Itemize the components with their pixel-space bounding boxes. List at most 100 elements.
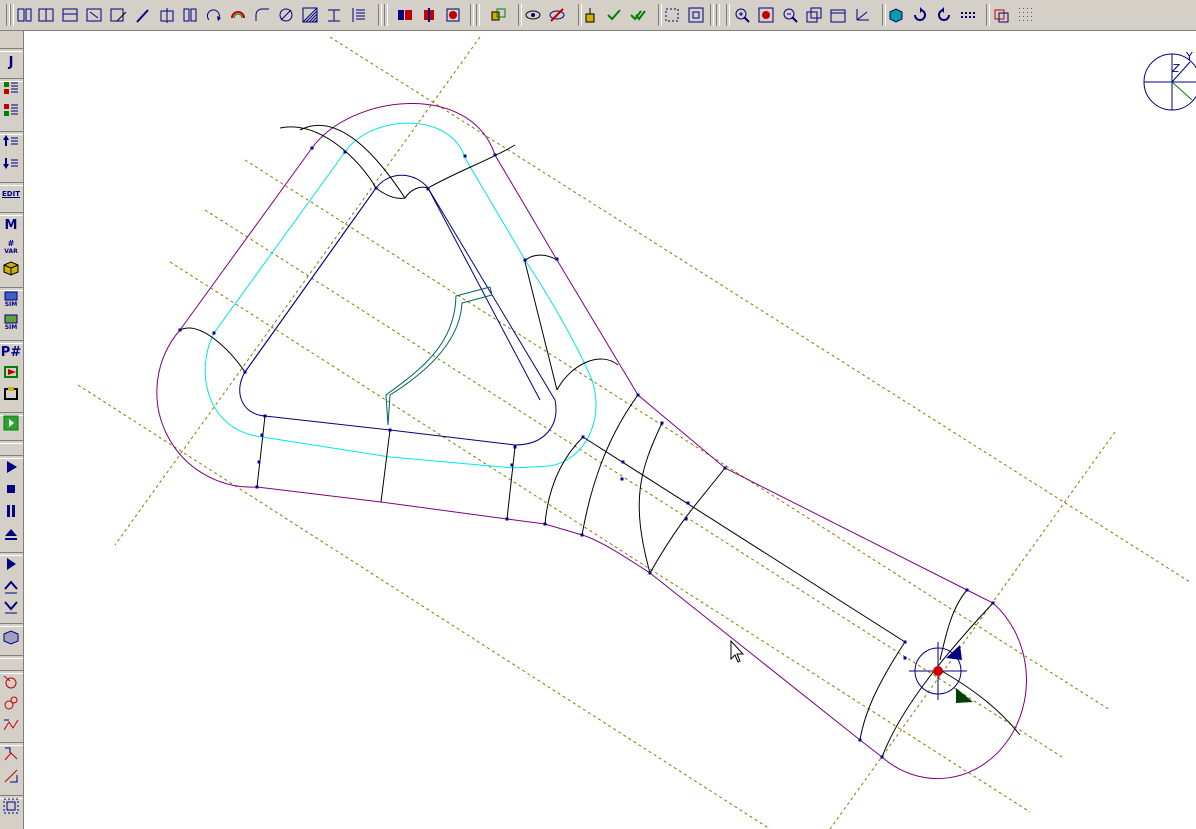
- wire-arc: [859, 641, 906, 741]
- distribute-button[interactable]: [84, 5, 104, 25]
- zoom-in-button[interactable]: [732, 5, 752, 25]
- step-up-button[interactable]: [1, 579, 21, 597]
- var-button[interactable]: # VAR: [1, 238, 21, 256]
- sim-icon: SIM: [2, 290, 20, 308]
- tool-path-1-button[interactable]: [1, 747, 21, 765]
- trim-button[interactable]: [133, 5, 153, 25]
- rotate-view-icon: [938, 7, 950, 21]
- tool-red-2-button[interactable]: [1, 696, 21, 714]
- origin-point: [933, 666, 943, 676]
- move-up-button[interactable]: [1, 134, 21, 152]
- zoom-fit-button[interactable]: [756, 5, 776, 25]
- hatch-button[interactable]: [300, 5, 320, 25]
- m-button[interactable]: M: [1, 216, 21, 234]
- grid-button[interactable]: [1016, 5, 1036, 25]
- cube-yellow-button[interactable]: [1, 261, 21, 279]
- exit-green-button[interactable]: [1, 415, 21, 434]
- tool-red-2-icon: [2, 694, 20, 716]
- node: [880, 755, 884, 759]
- toolbar-separator: [470, 4, 474, 26]
- split-button[interactable]: [157, 5, 177, 25]
- check-icon: [607, 9, 621, 21]
- view-copy-button[interactable]: [804, 5, 824, 25]
- frame-bottom-button[interactable]: [1, 798, 21, 817]
- tool-red-1-button[interactable]: [1, 675, 21, 693]
- step-play-button[interactable]: [1, 557, 21, 575]
- play-button[interactable]: [1, 460, 21, 478]
- nodes: [178, 146, 995, 759]
- zoom-out-button[interactable]: [780, 5, 800, 25]
- tool-red-3-button[interactable]: [1, 718, 21, 736]
- double-check-button[interactable]: [628, 5, 648, 25]
- sim2-button[interactable]: SIM: [1, 313, 21, 331]
- rotate-view-button[interactable]: [934, 5, 954, 25]
- offset-icon: [231, 11, 245, 19]
- main-toolbar: [0, 0, 1196, 31]
- eye-icon: [525, 10, 541, 20]
- fillet-button[interactable]: [252, 5, 272, 25]
- wire-line: [380, 429, 391, 503]
- edit-button[interactable]: EDIT: [1, 185, 21, 203]
- align-left-button[interactable]: [14, 5, 34, 25]
- window-button[interactable]: [828, 5, 848, 25]
- frame-all-button[interactable]: [686, 5, 706, 25]
- align-center-button[interactable]: [36, 5, 56, 25]
- eye-button[interactable]: [523, 5, 543, 25]
- circle-slash-button[interactable]: [276, 5, 296, 25]
- eject-icon: [2, 525, 20, 547]
- node: [686, 501, 690, 505]
- frame-button[interactable]: [662, 5, 682, 25]
- axis-icon: [856, 9, 869, 21]
- tool-path-2-button[interactable]: [1, 769, 21, 787]
- refresh-button[interactable]: [910, 5, 930, 25]
- axis-button[interactable]: [852, 5, 872, 25]
- move-down-button[interactable]: [1, 156, 21, 174]
- zoom-fit-icon: [758, 7, 774, 23]
- step-down-button[interactable]: [1, 599, 21, 617]
- zoom-in-icon: [735, 8, 750, 23]
- stock-cube-button[interactable]: [1, 630, 21, 648]
- align-top-button[interactable]: [60, 5, 80, 25]
- stop-button[interactable]: [1, 482, 21, 500]
- wire-lines: [179, 124, 1021, 758]
- p-number-button[interactable]: P#: [1, 343, 21, 361]
- blue-red-view-button[interactable]: [395, 5, 415, 25]
- node: [505, 517, 509, 521]
- align-top-icon: [62, 8, 78, 22]
- dimension-button[interactable]: [324, 5, 344, 25]
- red-block-button[interactable]: [419, 5, 439, 25]
- toolbar-separator: [476, 4, 480, 26]
- select-chain-button[interactable]: [488, 5, 508, 25]
- cube-yellow-icon: [2, 259, 20, 281]
- solid-cube-button[interactable]: [886, 5, 906, 25]
- mirror-button[interactable]: [180, 5, 200, 25]
- drawing-canvas[interactable]: [25, 32, 1196, 829]
- pocket-contour: [239, 174, 557, 446]
- layers-button[interactable]: [992, 5, 1012, 25]
- pick-button[interactable]: [580, 5, 600, 25]
- list-green-button[interactable]: [1, 82, 21, 100]
- edit-button[interactable]: [108, 5, 128, 25]
- origin-marker[interactable]: [909, 642, 973, 703]
- rotate-button[interactable]: [204, 5, 224, 25]
- pause-button[interactable]: [1, 504, 21, 522]
- align-left-icon: [17, 8, 32, 22]
- sim-button[interactable]: SIM: [1, 290, 21, 308]
- list-red-button[interactable]: [1, 104, 21, 122]
- offset-button[interactable]: [228, 5, 248, 25]
- layers-icon: [994, 9, 1009, 23]
- post-button[interactable]: [1, 365, 21, 383]
- drawing-viewport[interactable]: Y Z: [25, 32, 1196, 829]
- check-button[interactable]: [604, 5, 624, 25]
- step-up-icon: [2, 577, 20, 599]
- grid-dots-button[interactable]: [958, 5, 978, 25]
- pocket-inner-edges: [244, 187, 541, 401]
- post-alt-button[interactable]: [1, 387, 21, 405]
- step-play-icon: [2, 555, 20, 577]
- j-button[interactable]: J: [1, 53, 21, 71]
- eject-button[interactable]: [1, 527, 21, 545]
- eye-off-button[interactable]: [547, 5, 567, 25]
- node: [965, 588, 969, 592]
- red-circle-button[interactable]: [443, 5, 463, 25]
- line-spacing-button[interactable]: [348, 5, 368, 25]
